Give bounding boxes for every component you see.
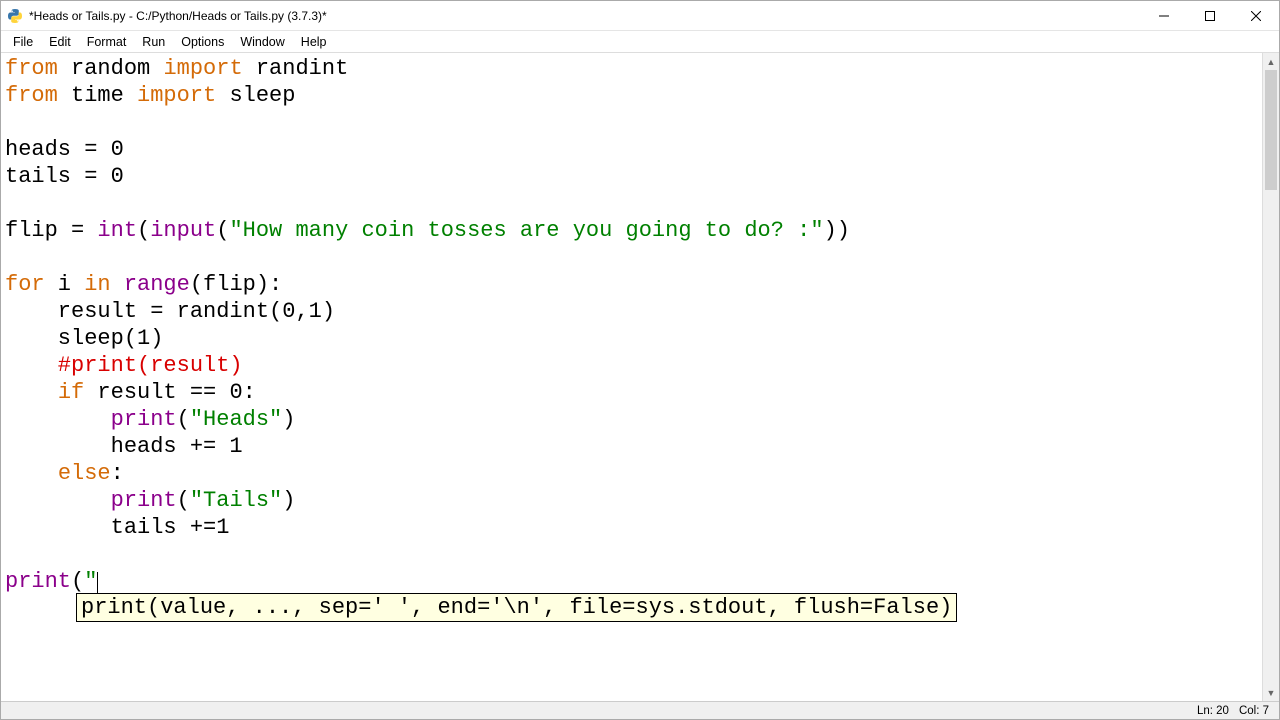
builtin-input: input <box>150 218 216 243</box>
status-line: Ln: 20 <box>1197 705 1229 717</box>
python-file-icon <box>7 8 23 24</box>
menubar: File Edit Format Run Options Window Help <box>1 31 1279 53</box>
idle-window: *Heads or Tails.py - C:/Python/Heads or … <box>0 0 1280 720</box>
kw-from: from <box>5 83 58 108</box>
window-controls <box>1141 1 1279 30</box>
builtin-range: range <box>124 272 190 297</box>
string-literal: " <box>84 569 97 594</box>
kw-for: for <box>5 272 45 297</box>
string-literal: "Tails" <box>190 488 282 513</box>
menu-options[interactable]: Options <box>173 33 232 51</box>
comment: #print(result) <box>5 353 243 378</box>
scroll-thumb[interactable] <box>1265 70 1277 190</box>
menu-window[interactable]: Window <box>232 33 292 51</box>
menu-run[interactable]: Run <box>134 33 173 51</box>
string-literal: "Heads" <box>190 407 282 432</box>
builtin-int: int <box>97 218 137 243</box>
builtin-print: print <box>111 407 177 432</box>
menu-file[interactable]: File <box>5 33 41 51</box>
titlebar: *Heads or Tails.py - C:/Python/Heads or … <box>1 1 1279 31</box>
text-caret <box>97 572 98 594</box>
vertical-scrollbar[interactable]: ▲ ▼ <box>1262 53 1279 701</box>
statusbar: Ln: 20 Col: 7 <box>1 701 1279 719</box>
window-title: *Heads or Tails.py - C:/Python/Heads or … <box>29 9 1141 23</box>
kw-if: if <box>58 380 84 405</box>
menu-format[interactable]: Format <box>79 33 135 51</box>
kw-in: in <box>84 272 110 297</box>
menu-edit[interactable]: Edit <box>41 33 79 51</box>
calltip-tooltip: print(value, ..., sep=' ', end='\n', fil… <box>76 593 957 622</box>
editor-area: from random import randint from time imp… <box>1 53 1279 701</box>
scroll-up-button[interactable]: ▲ <box>1263 53 1279 70</box>
minimize-button[interactable] <box>1141 1 1187 30</box>
kw-else: else <box>58 461 111 486</box>
close-button[interactable] <box>1233 1 1279 30</box>
kw-import: import <box>163 56 242 81</box>
kw-from: from <box>5 56 58 81</box>
menu-help[interactable]: Help <box>293 33 335 51</box>
maximize-button[interactable] <box>1187 1 1233 30</box>
builtin-print: print <box>111 488 177 513</box>
string-literal: "How many coin tosses are you going to d… <box>229 218 823 243</box>
status-col: Col: 7 <box>1239 705 1269 717</box>
scroll-down-button[interactable]: ▼ <box>1263 684 1279 701</box>
builtin-print: print <box>5 569 71 594</box>
code-editor[interactable]: from random import randint from time imp… <box>1 53 1262 701</box>
kw-import: import <box>137 83 216 108</box>
